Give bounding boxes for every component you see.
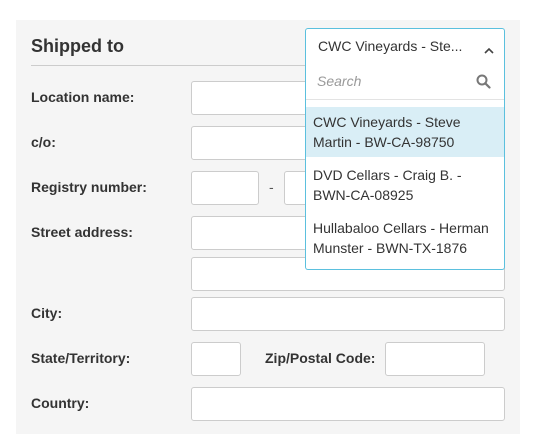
co-label: c/o:: [31, 134, 56, 150]
registry-number-label: Registry number:: [31, 179, 147, 195]
city-label: City:: [31, 305, 63, 321]
country-input[interactable]: [191, 387, 505, 421]
state-territory-input[interactable]: [191, 342, 241, 376]
chevron-up-icon: [484, 42, 494, 54]
section-title: Shipped to: [31, 36, 124, 56]
selected-value: CWC Vineyards - Ste...: [318, 37, 463, 54]
state-territory-label: State/Territory:: [31, 350, 131, 366]
city-input[interactable]: [191, 297, 505, 331]
search-icon[interactable]: [476, 74, 491, 89]
zip-postal-code-input[interactable]: [385, 342, 485, 376]
registry-number-prefix-input[interactable]: [191, 171, 259, 205]
dropdown-option[interactable]: CWC Vineyards - Steve Martin - BW-CA-987…: [306, 107, 504, 157]
street-address-label: Street address:: [31, 224, 133, 240]
dropdown-search-input[interactable]: [317, 71, 467, 91]
ship-to-select-toggle[interactable]: CWC Vineyards - Ste...: [305, 28, 505, 63]
dropdown-option[interactable]: Hullabaloo Cellars - Herman Munster - BW…: [306, 213, 504, 263]
dropdown-option[interactable]: DVD Cellars - Craig B. - BWN-CA-08925: [306, 160, 504, 210]
country-label: Country:: [31, 395, 90, 411]
ship-to-dropdown-menu: CWC Vineyards - Steve Martin - BW-CA-987…: [305, 62, 505, 270]
dropdown-search-bar: [306, 62, 504, 100]
registry-separator: -: [269, 179, 274, 195]
location-name-label: Location name:: [31, 89, 135, 105]
zip-postal-code-label: Zip/Postal Code:: [265, 350, 376, 366]
